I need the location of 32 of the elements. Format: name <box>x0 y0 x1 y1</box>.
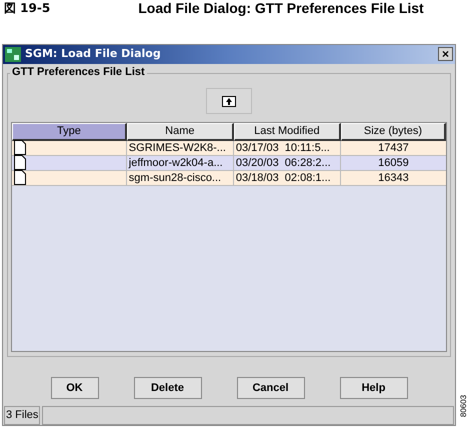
table-cell-text: 16343 <box>377 170 410 185</box>
table-cell: SGRIMES-W2K8-... <box>126 140 234 155</box>
table-cell: 03/20/03 06:28:2... <box>234 156 341 170</box>
table-cell: jeffmoor-w2k04-a... <box>126 156 234 170</box>
dialog-button[interactable]: Delete <box>134 377 202 399</box>
column-header[interactable]: Type <box>12 122 127 141</box>
folder-up-icon <box>222 94 236 107</box>
close-button[interactable]: × <box>438 47 453 62</box>
table-cell: sgm-sun28-cisco... <box>126 170 234 185</box>
file-icon <box>14 155 26 170</box>
file-icon <box>14 140 26 156</box>
dialog-button[interactable]: Cancel <box>236 377 304 399</box>
table-cell-text: 16059 <box>377 156 410 170</box>
column-header[interactable]: Size (bytes) <box>340 122 446 141</box>
table-cell: 03/18/03 02:08:1... <box>234 170 341 185</box>
dialog-button[interactable]: OK <box>50 377 98 399</box>
column-header[interactable]: Name <box>126 122 234 141</box>
figure-number: 図 19-5 <box>4 0 50 17</box>
window-title: SGM: Load File Dialog <box>25 46 162 62</box>
column-header[interactable]: Last Modified <box>234 122 341 141</box>
file-row[interactable]: SGRIMES-W2K8-... 03/17/03 10:11:5... 17437 <box>12 140 446 156</box>
figure-id: 80603 <box>458 394 467 418</box>
upload-folder-button[interactable] <box>206 88 252 114</box>
figure-caption: Load File Dialog: GTT Preferences File List <box>138 0 424 18</box>
file-row[interactable]: jeffmoor-w2k04-a... 03/20/03 06:28:2... 16059 <box>12 156 446 171</box>
file-icon <box>14 170 26 186</box>
file-row[interactable]: sgm-sun28-cisco... 03/18/03 02:08:1... 16343 <box>12 170 446 186</box>
table-cell-text: 17437 <box>377 140 410 155</box>
app-icon <box>5 46 21 62</box>
status-text: 3 Files <box>4 406 40 425</box>
dialog-button[interactable]: Help <box>340 377 408 399</box>
table-cell: 03/17/03 10:11:5... <box>234 140 341 155</box>
